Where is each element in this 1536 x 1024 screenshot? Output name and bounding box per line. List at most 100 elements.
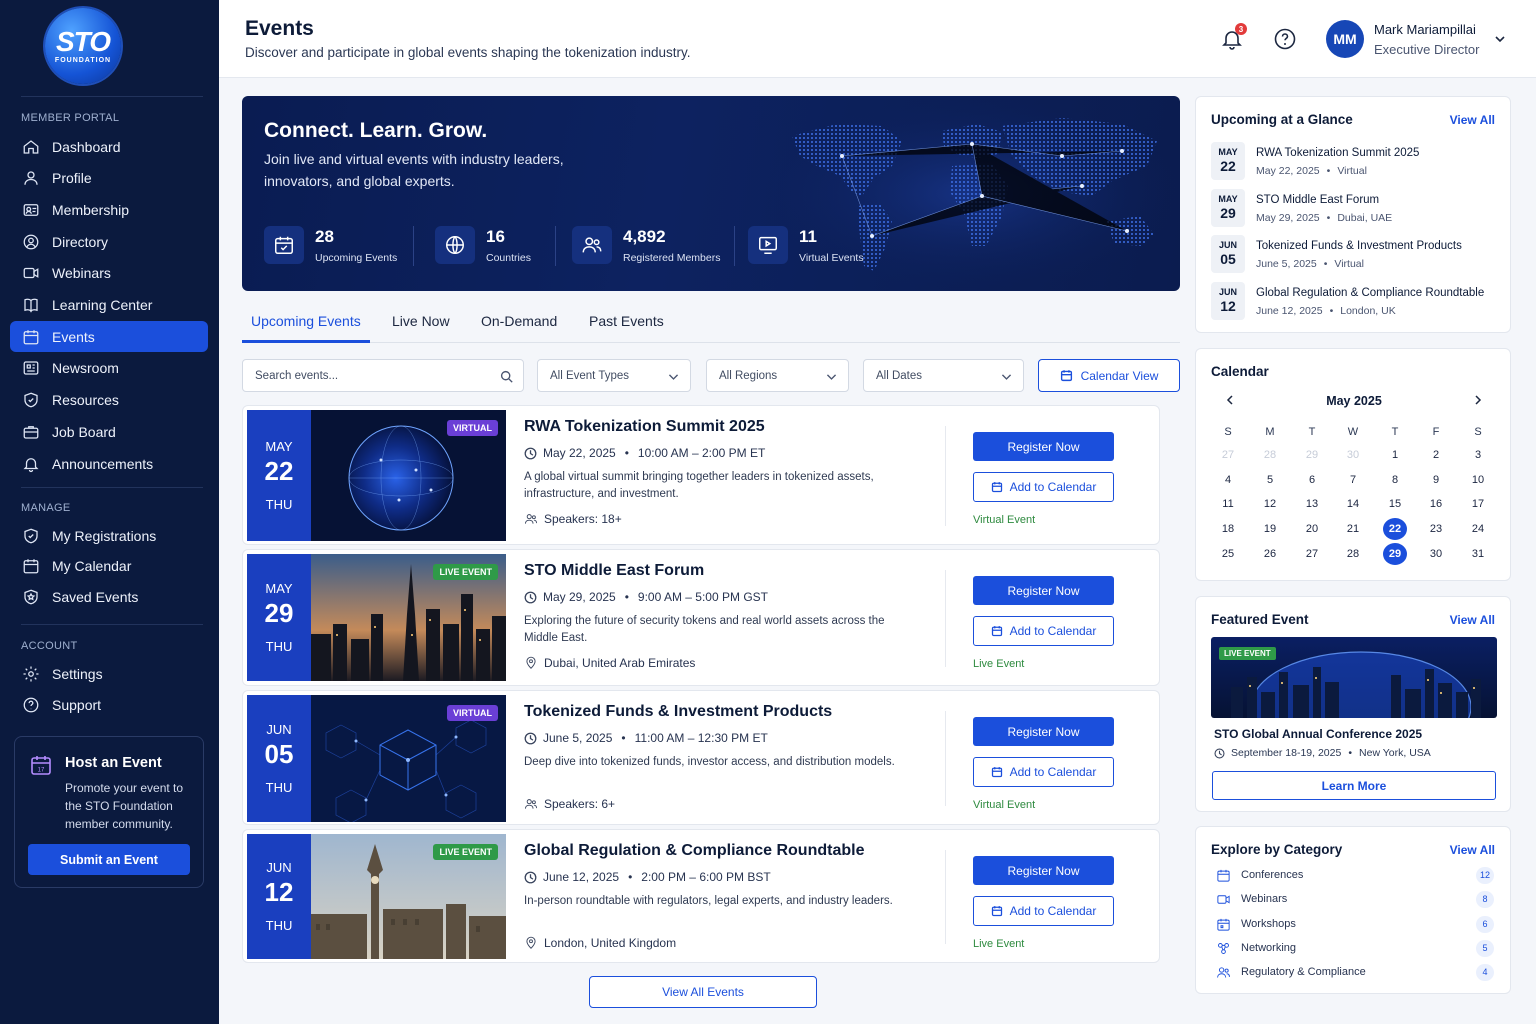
calendar-day[interactable]: 11 [1216,493,1240,515]
calendar-day[interactable]: 20 [1300,518,1324,540]
sidebar-item-settings[interactable]: Settings [10,658,208,689]
learn-more-button[interactable]: Learn More [1212,771,1496,800]
category-item-conferences[interactable]: Conferences 12 [1216,867,1494,885]
sidebar-item-webinars[interactable]: Webinars [10,258,208,289]
calendar-day[interactable]: 21 [1341,518,1365,540]
event-card-tokenized-funds-investment-products[interactable]: JUN 05 THU VIRTUAL Tokenized Funds & Inv… [242,690,1160,825]
sto-logo[interactable]: STO FOUNDATION [45,8,121,84]
sidebar-item-profile[interactable]: Profile [10,163,208,194]
upcoming-view-all-link[interactable]: View All [1450,113,1495,127]
calendar-day[interactable]: 14 [1341,493,1365,515]
event-image[interactable]: LIVE EVENT [311,834,506,959]
calendar-day[interactable]: 9 [1424,469,1448,491]
calendar-day[interactable]: 18 [1216,518,1240,540]
sidebar-item-support[interactable]: Support [10,689,208,720]
sidebar-item-learning-center[interactable]: Learning Center [10,290,208,321]
view-all-events-button[interactable]: View All Events [589,976,817,1008]
calendar-day[interactable]: 15 [1383,493,1407,515]
region-select[interactable]: All Regions [706,359,849,392]
calendar-day[interactable]: 12 [1258,493,1282,515]
avatar[interactable]: MM [1326,20,1364,58]
register-now-button[interactable]: Register Now [973,576,1114,605]
upcoming-item[interactable]: MAY 29 STO Middle East Forum May 29, 202… [1211,188,1501,229]
event-card-sto-middle-east-forum[interactable]: MAY 29 THU LIVE EVENT STO Middle East Fo… [242,549,1160,686]
event-title[interactable]: RWA Tokenization Summit 2025 [524,418,765,436]
add-to-calendar-button[interactable]: Add to Calendar [973,616,1114,646]
sidebar-item-job-board[interactable]: Job Board [10,416,208,447]
calendar-day[interactable]: 22 [1383,518,1407,541]
calendar-day[interactable]: 4 [1216,469,1240,491]
featured-view-all-link[interactable]: View All [1450,613,1495,627]
category-item-webinars[interactable]: Webinars 8 [1216,891,1494,909]
tab-past-events[interactable]: Past Events [589,313,664,329]
event-image[interactable]: VIRTUAL [311,410,506,541]
sidebar-item-membership[interactable]: Membership [10,194,208,225]
help-icon[interactable] [1273,27,1297,51]
upcoming-item[interactable]: JUN 05 Tokenized Funds & Investment Prod… [1211,235,1501,275]
sidebar-item-events[interactable]: Events [10,321,208,353]
calendar-day[interactable]: 17 [1466,493,1490,515]
event-image[interactable]: VIRTUAL [311,695,506,822]
event-card-global-regulation-compliance-roundtable[interactable]: JUN 12 THU LIVE EVENT Global Regulation … [242,829,1160,963]
categories-view-all-link[interactable]: View All [1450,843,1495,857]
upcoming-item[interactable]: JUN 12 Global Regulation & Compliance Ro… [1211,282,1501,322]
event-type-select[interactable]: All Event Types [537,359,691,392]
sidebar-item-resources[interactable]: Resources [10,385,208,416]
calendar-day[interactable]: 27 [1216,444,1240,466]
event-card-rwa-tokenization-summit-2025[interactable]: MAY 22 THU VIRTUAL RWA Tokenization Summ… [242,405,1160,545]
calendar-day[interactable]: 30 [1341,444,1365,466]
date-select[interactable]: All Dates [863,359,1024,392]
calendar-day[interactable]: 6 [1300,469,1324,491]
category-item-networking[interactable]: Networking 5 [1216,939,1494,958]
calendar-day[interactable]: 29 [1383,542,1407,565]
sidebar-item-saved-events[interactable]: Saved Events [10,582,208,613]
calendar-day[interactable]: 13 [1300,493,1324,515]
add-to-calendar-button[interactable]: Add to Calendar [973,757,1114,787]
calendar-day[interactable]: 23 [1424,518,1448,540]
calendar-day[interactable]: 25 [1216,543,1240,565]
calendar-day[interactable]: 30 [1424,543,1448,565]
calendar-day[interactable]: 3 [1466,444,1490,466]
calendar-day[interactable]: 28 [1341,543,1365,565]
calendar-day[interactable]: 26 [1258,543,1282,565]
calendar-day[interactable]: 10 [1466,469,1490,491]
calendar-view-button[interactable]: Calendar View [1038,359,1180,392]
calendar-day[interactable]: 5 [1258,469,1282,491]
tab-upcoming-events[interactable]: Upcoming Events [251,313,361,329]
calendar-day[interactable]: 2 [1424,444,1448,466]
upcoming-item[interactable]: MAY 22 RWA Tokenization Summit 2025 May … [1211,142,1501,182]
calendar-day[interactable]: 8 [1383,469,1407,491]
calendar-day[interactable]: 27 [1300,543,1324,565]
register-now-button[interactable]: Register Now [973,432,1114,461]
register-now-button[interactable]: Register Now [973,717,1114,746]
event-title[interactable]: Tokenized Funds & Investment Products [524,703,832,721]
tab-live-now[interactable]: Live Now [392,313,450,329]
calendar-day[interactable]: 1 [1383,444,1407,466]
event-image[interactable]: LIVE EVENT [311,554,506,681]
calendar-day[interactable]: 31 [1466,543,1490,565]
register-now-button[interactable]: Register Now [973,856,1114,885]
add-to-calendar-button[interactable]: Add to Calendar [973,896,1114,926]
submit-event-button[interactable]: Submit an Event [28,844,190,875]
sidebar-item-directory[interactable]: Directory [10,226,208,257]
event-title[interactable]: STO Middle East Forum [524,562,704,580]
category-item-regulatory-compliance[interactable]: Regulatory & Compliance 4 [1216,964,1494,982]
sidebar-item-dashboard[interactable]: Dashboard [10,131,208,162]
add-to-calendar-button[interactable]: Add to Calendar [973,472,1114,502]
chevron-down-icon[interactable] [1494,33,1506,45]
sidebar-item-announcements[interactable]: Announcements [10,448,208,479]
tab-on-demand[interactable]: On-Demand [481,313,557,329]
calendar-day[interactable]: 16 [1424,493,1448,515]
calendar-day[interactable]: 19 [1258,518,1282,540]
calendar-day[interactable]: 29 [1300,444,1324,466]
category-item-workshops[interactable]: Workshops 6 [1216,915,1494,934]
chevron-right-icon[interactable] [1473,395,1483,405]
calendar-day[interactable]: 24 [1466,518,1490,540]
sidebar-item-my-calendar[interactable]: My Calendar [10,551,208,582]
calendar-day[interactable]: 7 [1341,469,1365,491]
sidebar-item-newsroom[interactable]: Newsroom [10,353,208,384]
event-title[interactable]: Global Regulation & Compliance Roundtabl… [524,842,864,860]
featured-event-image[interactable]: LIVE EVENT [1211,637,1497,718]
calendar-day[interactable]: 28 [1258,444,1282,466]
search-input[interactable]: Search events... [242,359,524,392]
